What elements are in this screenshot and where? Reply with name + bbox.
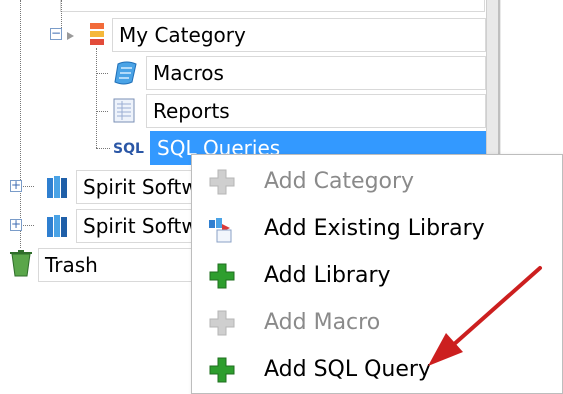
annotation-arrow-icon <box>428 266 542 366</box>
